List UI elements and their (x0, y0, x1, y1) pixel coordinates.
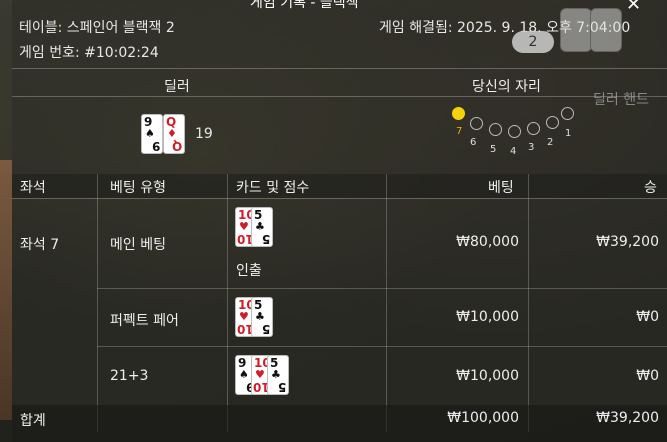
seat-cell: 좌석 7 (20, 237, 60, 253)
divider (12, 198, 667, 199)
playing-card: 5 ♣ 5 (251, 297, 273, 337)
divider (12, 68, 667, 69)
col-divider (97, 174, 98, 432)
total-win: ₩39,200 (596, 410, 659, 426)
dealer-hand-card-icon (590, 8, 622, 52)
divider (12, 96, 667, 97)
result-note: 인출 (236, 263, 262, 279)
bet-type-cell: 퍼펙트 페어 (110, 313, 179, 329)
header-bet: 베팅 (488, 180, 514, 196)
window-title: 게임 기록 - 블랙잭 (250, 0, 359, 11)
seat-marker (489, 123, 502, 136)
seat-number: 4 (510, 146, 517, 157)
round-number: 게임 번호: #10:02:24 (19, 45, 159, 61)
win-cell: ₩0 (636, 368, 659, 384)
dealer-hand-card-icon (560, 8, 592, 52)
bet-cell: ₩10,000 (456, 368, 519, 384)
seat-number: 5 (490, 144, 497, 155)
seat-marker (452, 107, 465, 120)
table-label: 테이블: 스페인어 블랙잭 2 (19, 20, 175, 36)
seat-number: 2 (547, 137, 554, 148)
dealer-title: 딜러 (164, 79, 190, 95)
playing-card: 9 ♠ 9 (141, 114, 163, 154)
playing-card: Q ♦ Q (163, 114, 185, 154)
hand-count-badge: 2 (512, 31, 554, 53)
seat-number: 7 (456, 126, 463, 137)
playing-card: 5 ♣ 5 (251, 207, 273, 247)
header-bet-type: 베팅 유형 (110, 180, 166, 196)
seat-marker (470, 117, 483, 130)
win-cell: ₩39,200 (596, 234, 659, 250)
seat-map: 76 5 43 21 (452, 104, 582, 164)
playing-card: 5 ♣ 5 (267, 355, 289, 395)
bet-type-cell: 메인 베팅 (110, 237, 166, 253)
seat-title: 당신의 자리 (472, 79, 541, 95)
bet-type-cell: 21+3 (110, 368, 149, 384)
seat-marker (508, 125, 521, 138)
seat-marker (546, 116, 559, 129)
table-footer (12, 405, 667, 442)
header-seat: 좌석 (20, 180, 46, 196)
row-divider (97, 346, 667, 347)
header-win: 승 (644, 180, 657, 196)
col-divider (386, 174, 387, 432)
win-cell: ₩0 (636, 309, 659, 325)
bet-cell: ₩80,000 (456, 234, 519, 250)
seat-marker (527, 122, 540, 135)
header-cards: 카드 및 점수 (236, 180, 310, 196)
seat-marker (561, 107, 574, 120)
col-divider (528, 174, 529, 432)
bet-cell: ₩10,000 (456, 309, 519, 325)
total-label: 합계 (20, 413, 46, 429)
seat-number: 6 (470, 137, 477, 148)
col-divider (227, 174, 228, 432)
seat-number: 3 (528, 142, 535, 153)
seat-number: 1 (565, 128, 572, 139)
dealer-score: 19 (195, 126, 213, 142)
background-decor (0, 160, 12, 420)
total-bet: ₩100,000 (447, 410, 519, 426)
dealer-hand-label: 딜러 핸드 (593, 92, 649, 108)
row-divider (97, 288, 667, 289)
